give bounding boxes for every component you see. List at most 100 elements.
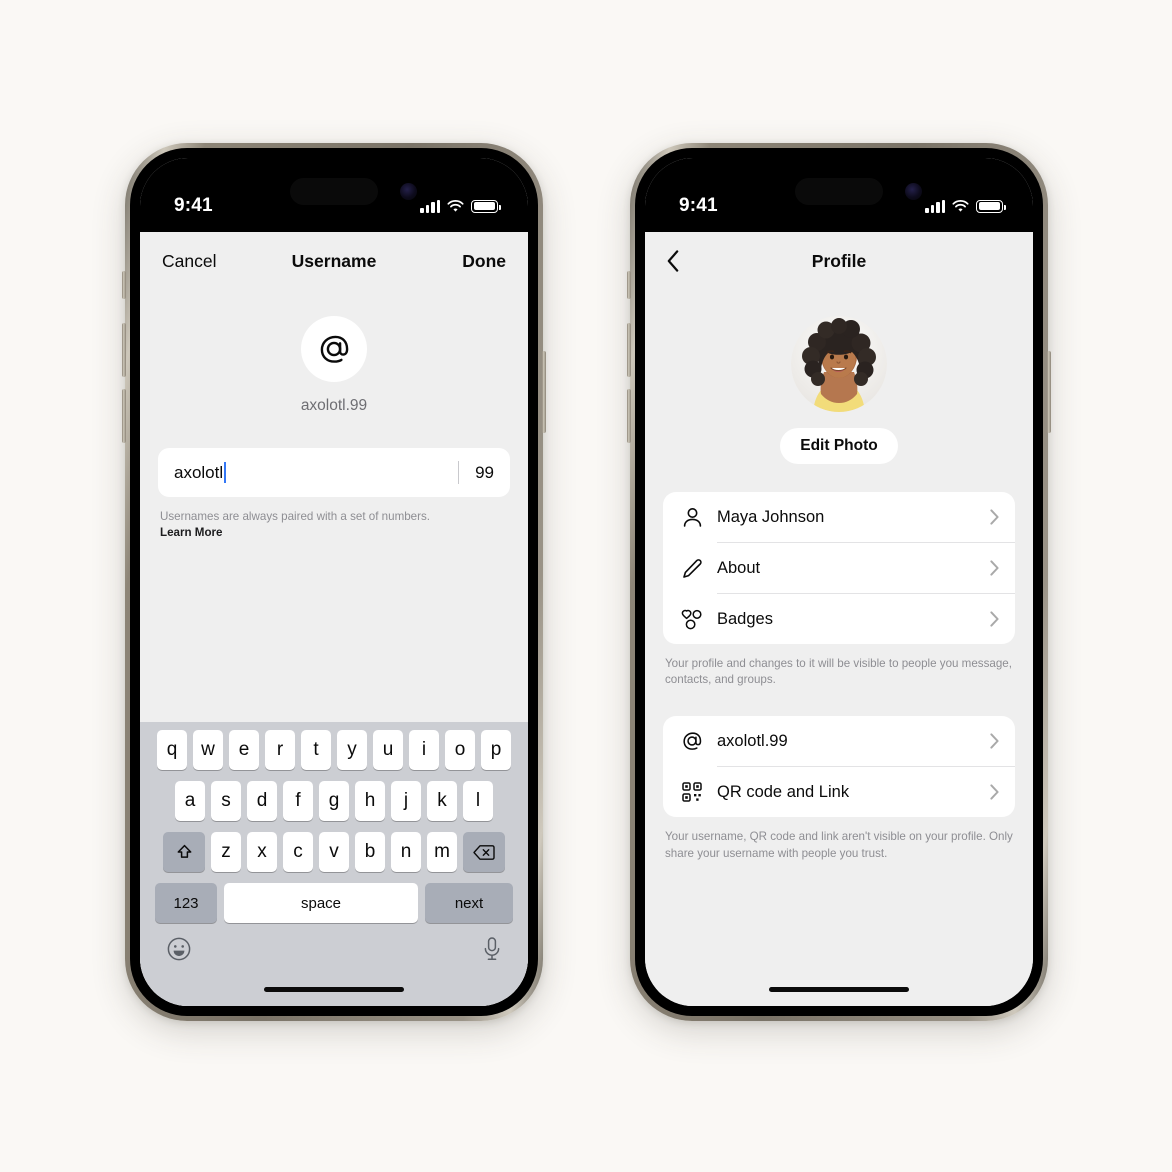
key-m[interactable]: m bbox=[427, 832, 457, 872]
username-helper-text: Usernames are always paired with a set o… bbox=[160, 509, 508, 540]
edit-photo-button[interactable]: Edit Photo bbox=[780, 428, 898, 464]
backspace-key[interactable] bbox=[463, 832, 505, 872]
screen-profile: 9:41 Profile Edit Photo Maya Johnson Abo… bbox=[645, 158, 1033, 1006]
page-title: Profile bbox=[811, 250, 867, 271]
key-o[interactable]: o bbox=[445, 730, 475, 770]
row-qr-code[interactable]: QR code and Link bbox=[663, 767, 1015, 817]
on-screen-keyboard[interactable]: q w e r t y u i o p a s d f g h j k l z … bbox=[140, 722, 528, 1006]
chevron-right-icon bbox=[990, 611, 999, 627]
row-badges[interactable]: Badges bbox=[663, 594, 1015, 644]
dynamic-island bbox=[795, 178, 883, 205]
keyboard-row-1: q w e r t y u i o p bbox=[140, 730, 528, 770]
key-r[interactable]: r bbox=[265, 730, 295, 770]
status-indicators bbox=[925, 199, 1006, 213]
username-number-suffix: 99 bbox=[475, 462, 494, 482]
row-username[interactable]: axolotl.99 bbox=[663, 716, 1015, 766]
key-g[interactable]: g bbox=[319, 781, 349, 821]
emoji-smiley-icon[interactable] bbox=[166, 936, 192, 962]
key-n[interactable]: n bbox=[391, 832, 421, 872]
learn-more-link[interactable]: Learn More bbox=[160, 525, 508, 541]
power-button[interactable] bbox=[542, 351, 546, 433]
username-input-value: axolotl bbox=[174, 462, 224, 482]
silent-switch[interactable] bbox=[122, 271, 126, 299]
username-avatar-block: axolotl.99 bbox=[140, 316, 528, 415]
badges-icon bbox=[679, 609, 705, 630]
home-indicator[interactable] bbox=[264, 987, 404, 992]
power-button[interactable] bbox=[1047, 351, 1051, 433]
text-cursor bbox=[224, 462, 227, 483]
status-time: 9:41 bbox=[679, 195, 718, 216]
volume-down-button[interactable] bbox=[122, 389, 126, 443]
home-indicator[interactable] bbox=[769, 987, 909, 992]
shift-key[interactable] bbox=[163, 832, 205, 872]
cellular-bars-icon bbox=[925, 199, 945, 213]
row-label: Badges bbox=[717, 609, 773, 628]
profile-page: Profile Edit Photo Maya Johnson About Ba… bbox=[645, 232, 1033, 1006]
key-x[interactable]: x bbox=[247, 832, 277, 872]
silent-switch[interactable] bbox=[627, 271, 631, 299]
key-e[interactable]: e bbox=[229, 730, 259, 770]
key-u[interactable]: u bbox=[373, 730, 403, 770]
key-p[interactable]: p bbox=[481, 730, 511, 770]
volume-up-button[interactable] bbox=[122, 323, 126, 377]
shift-arrow-icon bbox=[177, 844, 191, 858]
profile-visibility-note: Your profile and changes to it will be v… bbox=[665, 657, 1012, 687]
backspace-icon bbox=[473, 844, 495, 860]
row-label: About bbox=[717, 558, 761, 577]
microphone-icon[interactable] bbox=[482, 936, 502, 962]
key-b[interactable]: b bbox=[355, 832, 385, 872]
key-z[interactable]: z bbox=[211, 832, 241, 872]
row-about[interactable]: About bbox=[663, 543, 1015, 593]
key-f[interactable]: f bbox=[283, 781, 313, 821]
key-q[interactable]: q bbox=[157, 730, 187, 770]
at-symbol-icon bbox=[679, 730, 705, 752]
key-k[interactable]: k bbox=[427, 781, 457, 821]
screenshot-stage: 9:41 Cancel Username Done axolotl.99 axo… bbox=[0, 0, 1172, 1172]
key-l[interactable]: l bbox=[463, 781, 493, 821]
key-h[interactable]: h bbox=[355, 781, 385, 821]
key-c[interactable]: c bbox=[283, 832, 313, 872]
at-symbol-avatar bbox=[301, 316, 367, 382]
front-camera-dot bbox=[400, 183, 417, 200]
chevron-left-icon[interactable] bbox=[667, 250, 679, 272]
volume-up-button[interactable] bbox=[627, 323, 631, 377]
key-i[interactable]: i bbox=[409, 730, 439, 770]
battery-full-icon bbox=[976, 199, 1006, 213]
username-input-field[interactable]: axolotl 99 bbox=[158, 448, 510, 497]
profile-info-group: Maya Johnson About Badges bbox=[663, 492, 1015, 644]
done-button[interactable]: Done bbox=[462, 251, 506, 272]
cancel-button[interactable]: Cancel bbox=[162, 251, 216, 272]
key-d[interactable]: d bbox=[247, 781, 277, 821]
key-y[interactable]: y bbox=[337, 730, 367, 770]
key-v[interactable]: v bbox=[319, 832, 349, 872]
space-key[interactable]: space bbox=[224, 883, 418, 923]
at-symbol-icon bbox=[320, 335, 349, 363]
phone-right: 9:41 Profile Edit Photo Maya Johnson Abo… bbox=[627, 143, 1051, 1021]
numbers-key[interactable]: 123 bbox=[155, 883, 217, 923]
chevron-right-icon bbox=[990, 784, 999, 801]
qr-code-icon bbox=[679, 782, 705, 803]
front-camera-dot bbox=[905, 183, 922, 200]
row-label: axolotl.99 bbox=[717, 731, 788, 750]
avatar[interactable] bbox=[791, 316, 887, 412]
key-a[interactable]: a bbox=[175, 781, 205, 821]
current-username-label: axolotl.99 bbox=[300, 397, 368, 414]
nav-bar-profile: Profile bbox=[645, 232, 1033, 290]
key-t[interactable]: t bbox=[301, 730, 331, 770]
wifi-icon bbox=[952, 199, 969, 212]
return-key[interactable]: next bbox=[425, 883, 513, 923]
username-sheet: Cancel Username Done axolotl.99 axolotl … bbox=[140, 232, 528, 1006]
wifi-icon bbox=[447, 199, 464, 212]
keyboard-row-4: 123 space next bbox=[140, 883, 528, 923]
key-w[interactable]: w bbox=[193, 730, 223, 770]
key-j[interactable]: j bbox=[391, 781, 421, 821]
keyboard-row-2: a s d f g h j k l bbox=[140, 781, 528, 821]
row-name[interactable]: Maya Johnson bbox=[663, 492, 1015, 542]
row-label: QR code and Link bbox=[717, 782, 850, 801]
status-indicators bbox=[420, 199, 501, 213]
field-divider bbox=[458, 461, 460, 484]
battery-full-icon bbox=[471, 199, 501, 213]
key-s[interactable]: s bbox=[211, 781, 241, 821]
profile-photo-block: Edit Photo bbox=[645, 316, 1033, 464]
volume-down-button[interactable] bbox=[627, 389, 631, 443]
